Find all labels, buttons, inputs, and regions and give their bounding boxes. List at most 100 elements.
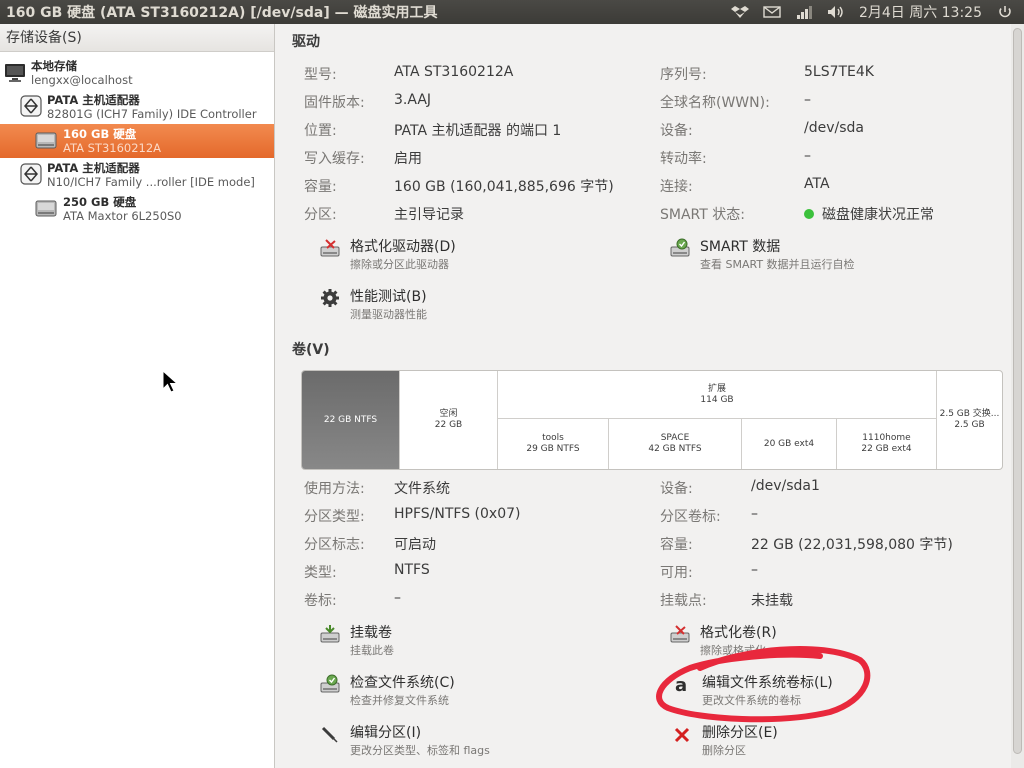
drive-section-title: 驱动 bbox=[292, 34, 320, 50]
drive-location-value: PATA 主机适配器 的端口 1 bbox=[394, 123, 562, 139]
power-icon[interactable] bbox=[996, 5, 1014, 19]
harddisk-icon bbox=[35, 200, 57, 217]
action-subtitle: 擦除或格式化 bbox=[700, 644, 766, 657]
segment-sublabel: 22 GB ext4 bbox=[861, 444, 912, 454]
drive-rotation-value: – bbox=[804, 148, 811, 164]
action-subtitle: 检查并修复文件系统 bbox=[350, 694, 449, 707]
volume-capacity-label: 容量: bbox=[660, 537, 693, 553]
sidebar-item-160gb-disk[interactable]: 160 GB 硬盘 ATA ST3160212A bbox=[0, 124, 274, 158]
sidebar-item-title: 本地存储 bbox=[31, 59, 77, 73]
volume-usage-label: 使用方法: bbox=[304, 481, 365, 497]
controller-icon bbox=[20, 163, 42, 185]
network-signal-icon[interactable] bbox=[795, 5, 813, 19]
harddisk-icon bbox=[35, 132, 57, 149]
segment-label: 1110home bbox=[862, 433, 911, 443]
svg-text:a: a bbox=[675, 675, 687, 694]
controller-icon bbox=[20, 95, 42, 117]
segment-label: 20 GB ext4 bbox=[763, 438, 815, 449]
mail-icon[interactable] bbox=[763, 5, 781, 19]
smart-data-icon bbox=[670, 238, 690, 257]
dropbox-icon[interactable] bbox=[730, 5, 749, 19]
segment-sublabel: 42 GB NTFS bbox=[648, 444, 702, 454]
vertical-scrollbar[interactable] bbox=[1011, 24, 1024, 768]
action-subtitle: 更改文件系统的卷标 bbox=[702, 694, 801, 707]
volume-available-value: – bbox=[751, 562, 758, 578]
volume-segment-free[interactable]: 空闲 22 GB bbox=[400, 371, 498, 469]
segment-label: 扩展 bbox=[707, 383, 726, 394]
drive-rotation-label: 转动率: bbox=[660, 151, 707, 167]
volume-segment-home[interactable]: 1110home 22 GB ext4 bbox=[837, 419, 937, 469]
volumes-section-title: 卷(V) bbox=[292, 342, 330, 358]
sidebar-item-pata-controller-2[interactable]: PATA 主机适配器 N10/ICH7 Family ...roller [ID… bbox=[0, 158, 274, 192]
volume-segment-tools[interactable]: tools 29 GB NTFS bbox=[498, 419, 609, 469]
sidebar-item-local-storage[interactable]: 本地存储 lengxx@localhost bbox=[0, 56, 274, 90]
segment-label: 2.5 GB 交换... bbox=[939, 409, 1000, 419]
drive-wwn-label: 全球名称(WWN): bbox=[660, 95, 770, 111]
action-subtitle: 更改分区类型、标签和 flags bbox=[350, 744, 490, 757]
drive-serial-value: 5LS7TE4K bbox=[804, 64, 874, 80]
segment-sublabel: 29 GB NTFS bbox=[526, 444, 580, 454]
drive-capacity-value: 160 GB (160,041,885,696 字节) bbox=[394, 179, 614, 195]
partition-label-label: 分区卷标: bbox=[660, 509, 721, 525]
drive-connection-label: 连接: bbox=[660, 179, 693, 195]
volume-segment-space[interactable]: SPACE 42 GB NTFS bbox=[609, 419, 742, 469]
partition-flags-label: 分区标志: bbox=[304, 537, 365, 553]
volume-type-value: NTFS bbox=[394, 562, 430, 578]
volume-device-label: 设备: bbox=[660, 481, 693, 497]
segment-label: 空闲 bbox=[439, 409, 458, 419]
drive-smart-label: SMART 状态: bbox=[660, 207, 745, 223]
drive-connection-value: ATA bbox=[804, 176, 830, 192]
action-title: 编辑文件系统卷标(L) bbox=[702, 675, 833, 691]
action-subtitle: 查看 SMART 数据并且运行自检 bbox=[700, 258, 855, 271]
drive-firmware-label: 固件版本: bbox=[304, 95, 365, 111]
pencil-icon bbox=[321, 726, 338, 743]
action-title: 编辑分区(I) bbox=[350, 725, 422, 741]
sidebar-item-title: 160 GB 硬盘 bbox=[63, 127, 137, 141]
clock[interactable]: 2月4日 周六 13:25 bbox=[859, 2, 982, 22]
drive-smart-value: 磁盘健康状况正常 bbox=[804, 204, 934, 224]
drive-write-cache-value: 启用 bbox=[394, 151, 422, 167]
drive-firmware-value: 3.AAJ bbox=[394, 92, 432, 108]
format-drive-icon bbox=[320, 239, 340, 257]
format-volume-icon bbox=[670, 625, 690, 643]
volume-segment-ext4-20gb[interactable]: 20 GB ext4 bbox=[742, 419, 837, 469]
sidebar-item-250gb-disk[interactable]: 250 GB 硬盘 ATA Maxtor 6L250S0 bbox=[0, 192, 274, 226]
segment-sublabel: 114 GB bbox=[700, 394, 734, 405]
drive-wwn-value: – bbox=[804, 92, 811, 108]
drive-device-label: 设备: bbox=[660, 123, 693, 139]
sidebar-item-pata-controller-1[interactable]: PATA 主机适配器 82801G (ICH7 Family) IDE Cont… bbox=[0, 90, 274, 124]
partition-type-label: 分区类型: bbox=[304, 509, 365, 525]
action-title: SMART 数据 bbox=[700, 239, 781, 255]
action-title: 删除分区(E) bbox=[702, 725, 778, 741]
action-subtitle: 挂载此卷 bbox=[350, 644, 394, 657]
drive-write-cache-label: 写入缓存: bbox=[304, 151, 365, 167]
action-title: 格式化驱动器(D) bbox=[350, 239, 456, 255]
sidebar-item-subtitle: ATA ST3160212A bbox=[63, 141, 162, 155]
sidebar-item-title: PATA 主机适配器 bbox=[47, 93, 140, 107]
action-subtitle: 测量驱动器性能 bbox=[350, 308, 427, 321]
action-title: 格式化卷(R) bbox=[700, 625, 777, 641]
action-title: 挂载卷 bbox=[350, 625, 392, 641]
volume-segment-swap[interactable]: 2.5 GB 交换... 2.5 GB bbox=[937, 371, 1002, 469]
volume-label-label: 卷标: bbox=[304, 593, 337, 609]
volume-device-value: /dev/sda1 bbox=[751, 478, 820, 494]
volume-segment-extended[interactable]: 扩展 114 GB bbox=[498, 371, 937, 419]
volume-icon[interactable] bbox=[827, 5, 845, 19]
drive-capacity-label: 容量: bbox=[304, 179, 337, 195]
scrollbar-thumb[interactable] bbox=[1013, 28, 1022, 754]
monitor-icon bbox=[5, 64, 25, 82]
mount-icon bbox=[320, 625, 340, 643]
health-ok-icon bbox=[804, 209, 814, 219]
sidebar-item-subtitle: lengxx@localhost bbox=[31, 73, 133, 87]
sidebar-item-title: PATA 主机适配器 bbox=[47, 161, 140, 175]
system-tray: 2月4日 周六 13:25 bbox=[730, 2, 1024, 22]
volume-usage-value: 文件系统 bbox=[394, 481, 450, 497]
segment-label: SPACE bbox=[660, 433, 690, 443]
smart-status-text: 磁盘健康状况正常 bbox=[822, 207, 934, 223]
action-title: 检查文件系统(C) bbox=[350, 675, 455, 691]
volume-segment-ntfs-22gb[interactable]: 22 GB NTFS bbox=[302, 371, 400, 469]
segment-sublabel: 22 GB bbox=[434, 420, 463, 430]
mouse-cursor-icon bbox=[162, 370, 179, 393]
segment-label: tools bbox=[542, 433, 564, 443]
segment-label: 22 GB NTFS bbox=[323, 414, 378, 425]
